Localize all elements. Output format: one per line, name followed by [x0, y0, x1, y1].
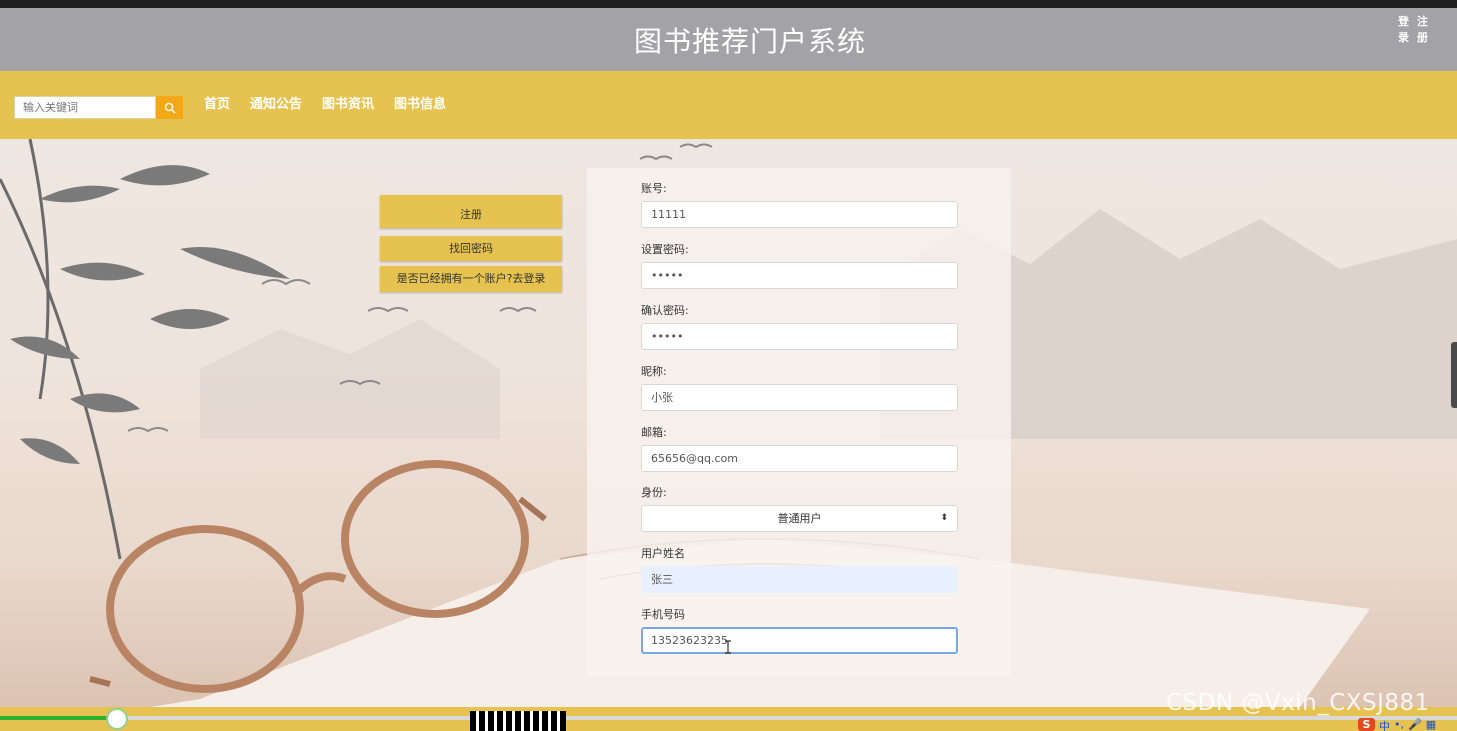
nav-item-book-info[interactable]: 图书信息: [394, 96, 446, 114]
account-input[interactable]: 11111: [641, 201, 958, 228]
password-label: 设置密码:: [641, 243, 689, 256]
text-cursor-icon: [725, 640, 731, 654]
register-button[interactable]: 注册: [380, 195, 562, 228]
go-to-login-button[interactable]: 是否已经拥有一个账户?去登录: [380, 266, 562, 292]
search-input[interactable]: [14, 96, 156, 119]
register-char-1: 注: [1417, 15, 1428, 28]
video-progress-handle[interactable]: [106, 708, 128, 730]
account-label: 账号:: [641, 182, 667, 195]
ime-chinese-mode[interactable]: 中: [1379, 718, 1390, 731]
register-char-2: 册: [1417, 31, 1428, 44]
login-char-2: 录: [1398, 31, 1409, 44]
search-icon: [164, 102, 175, 113]
video-progress-fill: [0, 716, 117, 720]
email-label: 邮箱:: [641, 426, 667, 439]
role-select[interactable]: 普通用户 ⬍: [641, 505, 958, 532]
phone-label: 手机号码: [641, 608, 685, 621]
ime-mic-icon[interactable]: 🎤: [1408, 718, 1422, 731]
ime-logo-icon[interactable]: S: [1358, 718, 1375, 731]
confirm-password-label: 确认密码:: [641, 304, 689, 317]
ime-keyboard-icon[interactable]: ▦: [1426, 718, 1436, 731]
role-select-value: 普通用户: [777, 512, 822, 525]
login-link[interactable]: 登 录: [1398, 14, 1409, 46]
ime-punctuation-icon[interactable]: •,: [1394, 718, 1404, 731]
recover-password-button[interactable]: 找回密码: [380, 236, 562, 261]
qr-code-icon: [470, 711, 566, 731]
nav-item-book-news[interactable]: 图书资讯: [322, 96, 374, 114]
site-title: 图书推荐门户系统: [633, 25, 866, 58]
window-top-strip: [0, 0, 1457, 8]
auth-links: 登 录 注 册: [1398, 14, 1428, 46]
password-input[interactable]: •••••: [641, 262, 958, 289]
email-input[interactable]: 65656@qq.com: [641, 445, 958, 472]
video-progress-track[interactable]: [0, 716, 1457, 720]
side-scroll-tab[interactable]: [1451, 342, 1457, 408]
register-link[interactable]: 注 册: [1417, 14, 1428, 46]
main-nav: 首页 通知公告 图书资讯 图书信息: [204, 96, 446, 114]
nickname-label: 昵称:: [641, 365, 667, 378]
ime-toolbar: S 中 •, 🎤 ▦: [1358, 718, 1436, 731]
nickname-input[interactable]: 小张: [641, 384, 958, 411]
role-label: 身份:: [641, 486, 667, 499]
realname-input[interactable]: 张三: [641, 566, 958, 593]
login-char-1: 登: [1398, 15, 1409, 28]
select-arrows-icon: ⬍: [940, 513, 948, 523]
site-header: 图书推荐门户系统: [0, 8, 1457, 71]
nav-item-home[interactable]: 首页: [204, 96, 230, 114]
watermark: CSDN @Vxin_CXSJ881: [1166, 690, 1430, 716]
search-button[interactable]: [156, 96, 183, 119]
phone-input[interactable]: 13523623235: [641, 627, 958, 654]
realname-label: 用户姓名: [641, 547, 685, 560]
confirm-password-input[interactable]: •••••: [641, 323, 958, 350]
nav-item-notices[interactable]: 通知公告: [250, 96, 302, 114]
